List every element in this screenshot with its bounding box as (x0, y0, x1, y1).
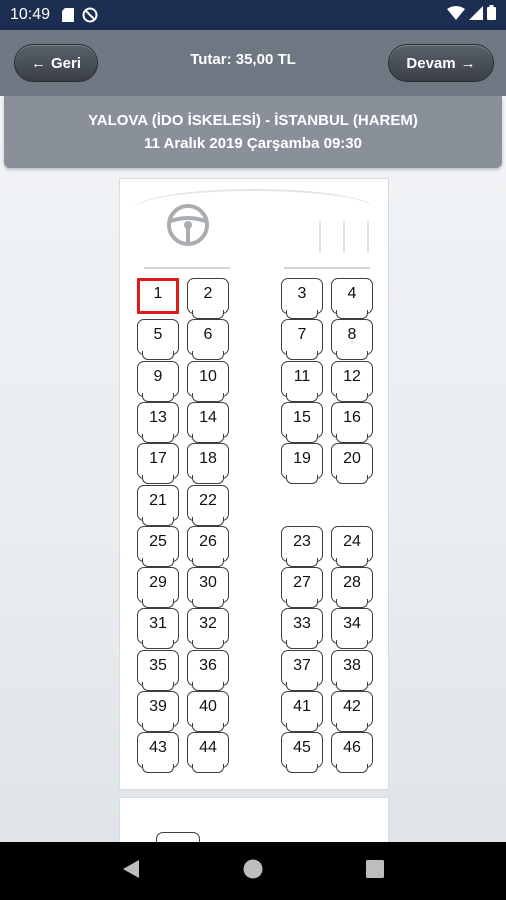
seat-43[interactable]: 43 (137, 732, 179, 773)
seat-9[interactable]: 9 (137, 361, 179, 402)
seat-46[interactable]: 46 (331, 732, 373, 773)
seat-29[interactable]: 29 (137, 567, 179, 608)
seat-36[interactable]: 36 (187, 650, 229, 691)
seat-5[interactable]: 5 (137, 319, 179, 360)
seat-41[interactable]: 41 (281, 691, 323, 732)
seat-34[interactable]: 34 (331, 608, 373, 649)
route-title: YALOVA (İDO İSKELESİ) - İSTANBUL (HAREM) (88, 112, 418, 129)
seat-20[interactable]: 20 (331, 443, 373, 484)
seat-12[interactable]: 12 (331, 361, 373, 402)
door-icon (316, 219, 376, 260)
seat-15[interactable]: 15 (281, 402, 323, 443)
seat-44[interactable]: 44 (187, 732, 229, 773)
back-button-label: Geri (50, 54, 81, 72)
signal-icon (469, 5, 483, 25)
seat-37[interactable]: 37 (281, 650, 323, 691)
next-button[interactable]: Devam → (388, 44, 494, 82)
seat-7[interactable]: 7 (281, 319, 323, 360)
seat-17[interactable]: 17 (137, 443, 179, 484)
seat-2[interactable]: 2 (187, 278, 229, 319)
seat-32[interactable]: 32 (187, 608, 229, 649)
back-triangle-icon[interactable] (121, 858, 141, 885)
back-button[interactable]: ← Geri (14, 44, 98, 82)
seat-30[interactable]: 30 (187, 567, 229, 608)
seat-6[interactable]: 6 (187, 319, 229, 360)
seat-11[interactable]: 11 (281, 361, 323, 402)
app-header: ← Geri Tutar: 35,00 TL Devam → (0, 30, 506, 96)
arrow-left-icon: ← (30, 54, 46, 72)
seat-26[interactable]: 26 (187, 526, 229, 567)
wifi-icon (447, 5, 465, 25)
seat-1[interactable]: 1 (137, 278, 179, 314)
seat-24[interactable]: 24 (331, 526, 373, 567)
seat-23[interactable]: 23 (281, 526, 323, 567)
no-disturb-icon (82, 7, 98, 23)
left-divider (144, 267, 230, 269)
next-button-label: Devam (406, 54, 456, 72)
seat-45[interactable]: 45 (281, 732, 323, 773)
seat-35[interactable]: 35 (137, 650, 179, 691)
total-amount: Tutar: 35,00 TL (190, 50, 296, 68)
right-divider (284, 267, 370, 269)
seat-39[interactable]: 39 (137, 691, 179, 732)
home-circle-icon[interactable] (242, 858, 264, 885)
seat-25[interactable]: 25 (137, 526, 179, 567)
seat-19[interactable]: 19 (281, 443, 323, 484)
status-time: 10:49 (10, 6, 51, 23)
recents-square-icon[interactable] (365, 859, 385, 884)
bus-seat-plan: 1 2 5 6 9 10 13 14 17 18 21 22 25 26 29 30 31 32 35 36 39 40 4… (119, 178, 389, 790)
seat-28[interactable]: 28 (331, 567, 373, 608)
sd-card-icon (62, 8, 75, 22)
seat-8[interactable]: 8 (331, 319, 373, 360)
steering-wheel-icon (166, 203, 210, 252)
system-nav-bar (0, 842, 506, 900)
seat-38[interactable]: 38 (331, 650, 373, 691)
seat-21[interactable]: 21 (137, 485, 179, 526)
seat-3[interactable]: 3 (281, 278, 323, 319)
route-datetime: 11 Aralık 2019 Çarşamba 09:30 (144, 135, 362, 152)
seat-18[interactable]: 18 (187, 443, 229, 484)
seat-16[interactable]: 16 (331, 402, 373, 443)
seat-14[interactable]: 14 (187, 402, 229, 443)
status-bar: 10:49 (0, 0, 506, 30)
seat-27[interactable]: 27 (281, 567, 323, 608)
seat-33[interactable]: 33 (281, 608, 323, 649)
seat-40[interactable]: 40 (187, 691, 229, 732)
seat-13[interactable]: 13 (137, 402, 179, 443)
battery-icon (487, 5, 496, 25)
arrow-right-icon: → (460, 54, 476, 72)
seat-42[interactable]: 42 (331, 691, 373, 732)
status-right-icons (447, 5, 496, 25)
seat-31[interactable]: 31 (137, 608, 179, 649)
seat-22[interactable]: 22 (187, 485, 229, 526)
route-info-card: YALOVA (İDO İSKELESİ) - İSTANBUL (HAREM)… (4, 96, 502, 168)
seat-10[interactable]: 10 (187, 361, 229, 402)
seat-4[interactable]: 4 (331, 278, 373, 319)
